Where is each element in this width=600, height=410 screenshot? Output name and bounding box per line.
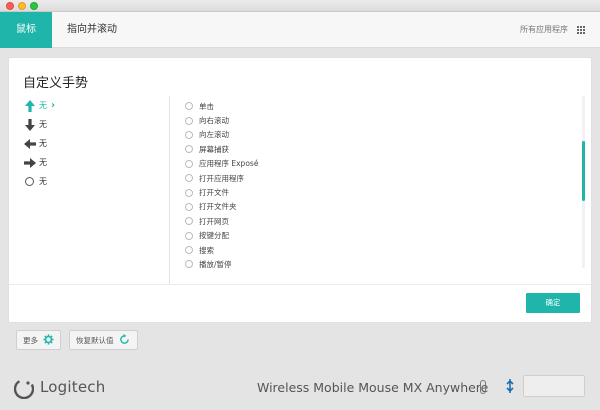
arrow-left-icon [23, 137, 37, 151]
gear-icon [43, 333, 54, 347]
gesture-left[interactable]: 无 [23, 134, 163, 153]
ok-button[interactable]: 确定 [526, 293, 580, 313]
arrow-up-icon [23, 99, 37, 113]
chevron-right-icon: › [51, 100, 56, 111]
action-option[interactable]: 屏幕捕获 [185, 142, 580, 156]
refresh-icon [119, 333, 130, 347]
footer: Logitech Wireless Mobile Mouse MX Anywhe… [0, 366, 600, 410]
action-label: 向左滚动 [199, 130, 229, 140]
scrollbar-thumb[interactable] [582, 141, 585, 201]
more-button[interactable]: 更多 [16, 330, 61, 350]
action-option[interactable]: 单击 [185, 99, 580, 113]
footer-divider [9, 284, 591, 285]
arrow-down-icon [23, 118, 37, 132]
grid-icon[interactable] [577, 26, 586, 35]
action-option[interactable]: 向左滚动 [185, 128, 580, 142]
gesture-list: 无 › 无 无 无 无 [23, 96, 163, 191]
radio-button[interactable] [185, 102, 193, 111]
gesture-tap[interactable]: 无 [23, 172, 163, 191]
device-selector-button[interactable] [523, 375, 585, 397]
action-option[interactable]: 向右滚动 [185, 113, 580, 127]
action-label: 播放/暂停 [199, 259, 232, 269]
gesture-down-label: 无 [39, 120, 47, 129]
column-divider [169, 96, 170, 284]
more-label: 更多 [23, 335, 38, 345]
radio-button[interactable] [185, 231, 193, 240]
action-label: 打开应用程序 [199, 173, 244, 183]
tab-point-and-scroll[interactable]: 指向并滚动 [56, 12, 128, 48]
gesture-left-label: 无 [39, 139, 47, 148]
window-minimize-button[interactable] [18, 2, 26, 10]
gesture-up[interactable]: 无 › [23, 96, 163, 115]
radio-button[interactable] [185, 202, 193, 211]
action-label: 屏幕捕获 [199, 144, 229, 154]
gesture-right[interactable]: 无 [23, 153, 163, 172]
action-option[interactable]: 搜索 [185, 243, 580, 257]
custom-gesture-panel: 自定义手势 无 › 无 无 无 无 单击 向右滚动 向左滚动 屏幕捕获 应用程序… [8, 57, 592, 323]
action-label: 搜索 [199, 245, 214, 255]
all-apps-label[interactable]: 所有应用程序 [520, 12, 568, 48]
action-label: 打开文件夹 [199, 202, 237, 212]
logitech-logo-icon [13, 378, 35, 400]
action-label: 按键分配 [199, 231, 229, 241]
action-label: 打开网页 [199, 216, 229, 226]
action-option[interactable]: 打开应用程序 [185, 171, 580, 185]
circle-icon [25, 177, 34, 186]
action-label: 单击 [199, 101, 214, 111]
action-list: 单击 向右滚动 向左滚动 屏幕捕获 应用程序 Exposé 打开应用程序 打开文… [185, 99, 580, 270]
action-option[interactable]: 按键分配 [185, 229, 580, 243]
radio-button[interactable] [185, 260, 193, 269]
action-label: 向右滚动 [199, 116, 229, 126]
radio-button[interactable] [185, 130, 193, 139]
action-option[interactable]: 打开文件 [185, 185, 580, 199]
restore-defaults-button[interactable]: 恢复默认值 [69, 330, 138, 350]
gesture-up-label: 无 [39, 101, 47, 110]
radio-button[interactable] [185, 116, 193, 125]
radio-button[interactable] [185, 145, 193, 154]
gesture-tap-label: 无 [39, 177, 47, 186]
arrow-right-icon [23, 156, 37, 170]
panel-title: 自定义手势 [23, 76, 89, 91]
window-titlebar [0, 0, 600, 12]
action-option[interactable]: 应用程序 Exposé [185, 157, 580, 171]
radio-button[interactable] [185, 174, 193, 183]
restore-label: 恢复默认值 [76, 335, 114, 345]
brand-name: Logitech [40, 378, 106, 396]
top-nav: 鼠标 指向并滚动 所有应用程序 [0, 12, 600, 48]
unifying-receiver-icon[interactable] [505, 378, 515, 394]
gesture-down[interactable]: 无 [23, 115, 163, 134]
radio-button[interactable] [185, 159, 193, 168]
action-option[interactable]: 打开网页 [185, 214, 580, 228]
action-label: 打开文件 [199, 188, 229, 198]
window-maximize-button[interactable] [30, 2, 38, 10]
action-option[interactable]: 打开文件夹 [185, 200, 580, 214]
radio-button[interactable] [185, 217, 193, 226]
window-close-button[interactable] [6, 2, 14, 10]
radio-button[interactable] [185, 246, 193, 255]
device-name: Wireless Mobile Mouse MX Anywhere [257, 380, 489, 395]
gesture-right-label: 无 [39, 158, 47, 167]
radio-button[interactable] [185, 188, 193, 197]
action-option[interactable]: 播放/暂停 [185, 257, 580, 270]
mouse-device-icon[interactable] [480, 380, 486, 394]
tab-mouse[interactable]: 鼠标 [0, 12, 52, 48]
action-label: 应用程序 Exposé [199, 159, 259, 169]
